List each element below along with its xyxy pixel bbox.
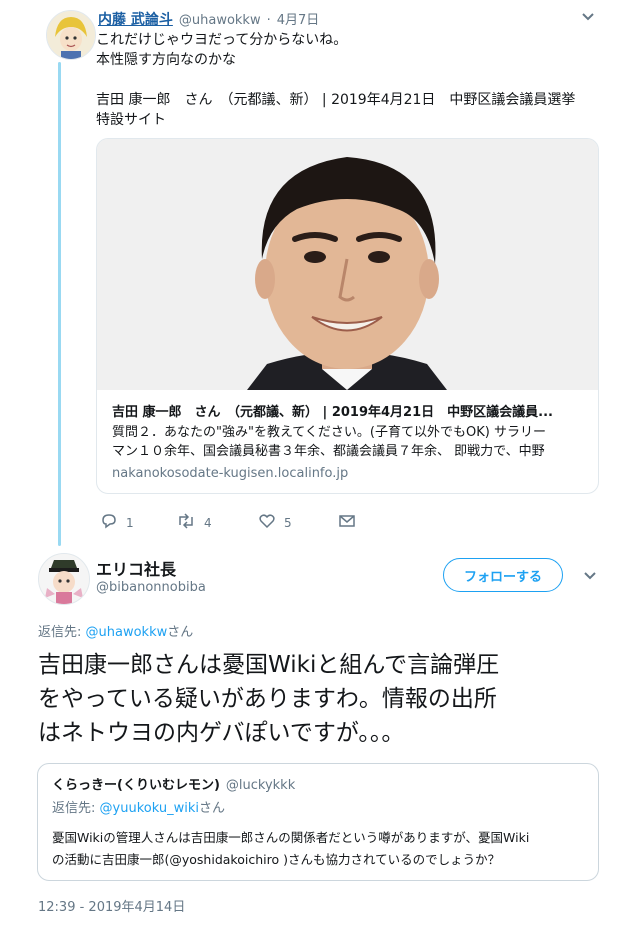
like-count: 5 (284, 515, 292, 530)
retweet-button[interactable]: 4 (176, 512, 212, 533)
avatar-bibanonnobiba[interactable] (38, 553, 90, 605)
card-image (97, 139, 598, 390)
reply-to-handle[interactable]: @uhawokkw (86, 625, 168, 640)
author-handle[interactable]: @uhawokkw (179, 13, 261, 28)
reply-suffix: さん (167, 625, 194, 640)
reply-button[interactable]: 1 (100, 512, 134, 533)
follow-button[interactable]: フォローする (443, 558, 563, 592)
like-button[interactable]: 5 (258, 512, 292, 533)
quote-replying-to: 返信先: @yuukoku_wikiさん (52, 797, 225, 816)
thread-connector-line (58, 62, 61, 546)
reply-prefix: 返信先: (38, 625, 86, 640)
card-domain: nakanokosodate-kugisen.localinfo.jp (112, 466, 349, 481)
quote-text-line: 憂国Wikiの管理人さんは吉田康一郎さんの関係者だという噂がありますが、憂国Wi… (52, 830, 530, 845)
card-description-line: マン１０余年、国会議員秘書３年余、都議会議員７年余、 即戦力で、中野 (112, 444, 545, 459)
author-name[interactable]: エリコ社長 (96, 556, 176, 580)
reply-count: 1 (126, 515, 134, 530)
quote-text-line: の活動に吉田康一郎(@yoshidakoichiro )さんも協力されているので… (52, 852, 501, 867)
quote-reply-suffix: さん (198, 801, 225, 816)
card-description-line: 質問２．あなたの"強み"を教えてください。(子育て以外でもOK) サラリー (112, 425, 546, 440)
separator-dot: · (266, 13, 271, 28)
avatar-illustration (47, 11, 95, 59)
quote-reply-prefix: 返信先: (52, 801, 100, 816)
heart-icon (258, 512, 276, 533)
retweet-count: 4 (204, 515, 212, 530)
tweet-text-line: はネトウヨの内ゲバぽいですが。。。 (38, 720, 405, 746)
tweet-link-title: 特設サイト (96, 112, 166, 128)
direct-message-button[interactable] (338, 512, 356, 533)
author-name[interactable]: 内藤 武論斗 (98, 9, 173, 29)
reply-icon (100, 512, 118, 533)
quote-reply-to-handle[interactable]: @yuukoku_wiki (100, 801, 199, 816)
retweet-icon (176, 512, 196, 533)
avatar-illustration (39, 554, 89, 604)
tweet-text-line: これだけじゃウヨだって分からないね。 (96, 32, 348, 48)
tweet-text-line: 吉田康一郎さんは憂国Wikiと組んで言論弾圧 (38, 652, 500, 678)
portrait-photo (97, 139, 598, 390)
avatar-uhawokkw[interactable] (46, 10, 96, 60)
card-title: 吉田 康一郎 さん （元都議、新） | 2019年4月21日 中野区議会議員..… (112, 405, 553, 420)
chevron-down-icon[interactable] (582, 567, 598, 587)
quoted-tweet[interactable]: くらっきー(くりいむレモン) @luckykkk 返信先: @yuukoku_w… (37, 763, 599, 881)
envelope-icon (338, 512, 356, 533)
quote-author-name[interactable]: くらっきー(くりいむレモン) (52, 774, 220, 793)
tweet-text-line: 本性隠す方向なのかな (96, 52, 236, 68)
quote-author-handle[interactable]: @luckykkk (226, 778, 295, 793)
tweet-text-line: をやっている疑いがありますわ。情報の出所 (38, 686, 497, 712)
link-card[interactable]: 吉田 康一郎 さん （元都議、新） | 2019年4月21日 中野区議会議員..… (96, 138, 599, 494)
author-handle[interactable]: @bibanonnobiba (96, 580, 206, 595)
tweet-link-title: 吉田 康一郎 さん （元都議、新） | 2019年4月21日 中野区議会議員選挙 (96, 92, 576, 108)
tweet-timestamp[interactable]: 12:39 - 2019年4月14日 (38, 896, 185, 915)
tweet-date[interactable]: 4月7日 (277, 9, 320, 28)
replying-to: 返信先: @uhawokkwさん (38, 621, 193, 640)
chevron-down-icon[interactable] (580, 8, 596, 28)
